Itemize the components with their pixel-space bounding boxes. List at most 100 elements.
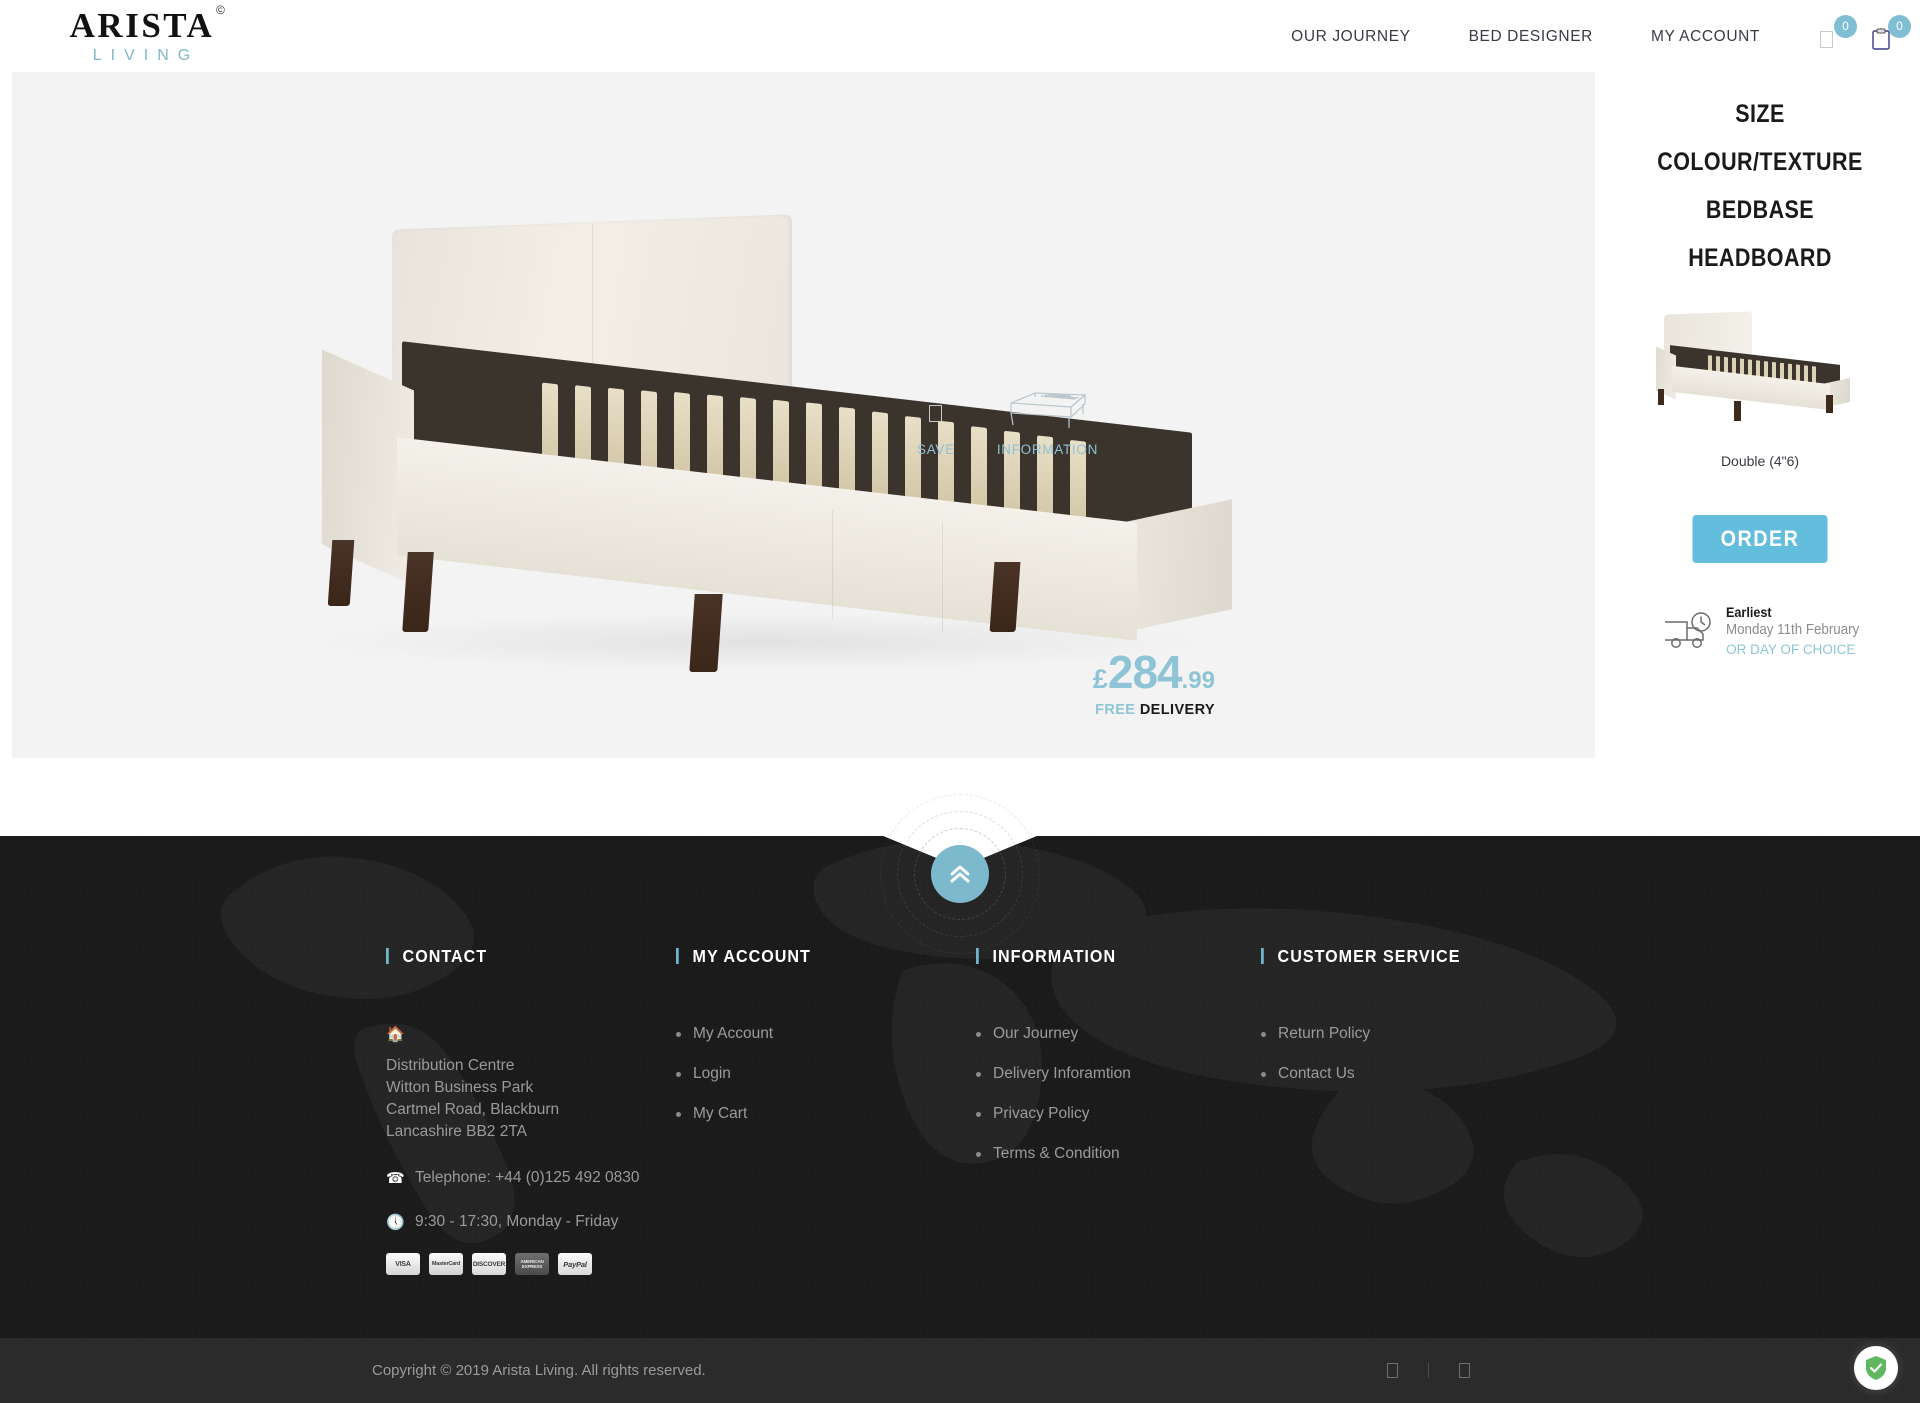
hours-text: 9:30 - 17:30, Monday - Friday [415, 1213, 619, 1230]
footer-heading-information: INFORMATION [976, 946, 1238, 967]
footer-link-my-account[interactable]: My Account [693, 1025, 773, 1043]
paypal-card-icon: PayPal [558, 1253, 592, 1275]
nav-item-our-journey[interactable]: OUR JOURNEY [1291, 28, 1410, 46]
bullet-icon [1261, 1071, 1266, 1077]
address-line-2: Witton Business Park [386, 1079, 534, 1096]
order-button[interactable]: ORDER [1692, 515, 1828, 563]
save-icon [929, 405, 943, 422]
bed-rail-seam-2 [942, 521, 943, 633]
footer-bottom-bar: Copyright © 2019 Arista Living. All righ… [0, 1338, 1920, 1403]
thumb-leg-left [1658, 389, 1664, 405]
delivery-estimate: Earliest Monday 11th February OR DAY OF … [1600, 603, 1920, 658]
header-icon-group: 0 0 [1818, 15, 1911, 51]
stage-action-group: SAVE INFORMATION [917, 387, 1098, 457]
bullet-icon [1261, 1031, 1266, 1037]
home-icon: 🏠 [386, 1026, 405, 1043]
nav-item-my-account[interactable]: MY ACCOUNT [1651, 28, 1760, 46]
bullet-icon [976, 1071, 981, 1077]
logo-wordmark: ARISTA © [69, 4, 225, 45]
footer-column-customer-service: CUSTOMER SERVICE Return Policy Contact U… [1261, 946, 1551, 1275]
list-item: My Account [676, 1025, 976, 1043]
footer-link-my-cart[interactable]: My Cart [693, 1105, 747, 1123]
footer-link-delivery-information[interactable]: Delivery Inforamtion [993, 1065, 1131, 1083]
scroll-to-top-button[interactable] [931, 845, 989, 903]
delivery-choice-link[interactable]: OR DAY OF CHOICE [1726, 641, 1871, 659]
logo-main-text: ARISTA [69, 6, 215, 45]
config-section-headboard[interactable]: HEADBOARD [1622, 244, 1897, 273]
saved-count-badge: 0 [1834, 15, 1857, 38]
bed-frame-icon [1010, 392, 1087, 428]
bed-rail-seam-1 [832, 509, 833, 621]
footer-link-contact-us[interactable]: Contact Us [1278, 1065, 1355, 1083]
price-currency: £ [1092, 664, 1108, 694]
information-button[interactable]: INFORMATION [997, 387, 1098, 457]
delivery-truck-icon [1665, 611, 1711, 648]
bullet-icon [676, 1031, 681, 1037]
footer-link-our-journey[interactable]: Our Journey [993, 1025, 1078, 1043]
logo-copyright-icon: © [215, 3, 228, 17]
footer-heading-customer-service: CUSTOMER SERVICE [1261, 946, 1528, 967]
delivery-date: Monday 11th February [1726, 622, 1860, 639]
list-item: Return Policy [1261, 1025, 1551, 1043]
telephone-text: Telephone: +44 (0)125 492 0830 [415, 1169, 640, 1186]
footer-link-login[interactable]: Login [693, 1065, 731, 1083]
address-line-3: Cartmel Road, Blackburn [386, 1101, 560, 1118]
product-stage: SAVE INFORMATION £284.99 FREE DELIVERY [12, 72, 1595, 758]
footer-link-privacy-policy[interactable]: Privacy Policy [993, 1105, 1089, 1123]
hours-row: 🕔 9:30 - 17:30, Monday - Friday [386, 1213, 676, 1231]
bed-leg-right [989, 562, 1021, 632]
my-account-link-list: My Account Login My Cart [676, 1025, 976, 1123]
list-item: Privacy Policy [976, 1105, 1261, 1123]
delivery-text-group: Earliest Monday 11th February OR DAY OF … [1726, 603, 1871, 658]
list-item: My Cart [676, 1105, 976, 1123]
social-link-group [1387, 1363, 1470, 1378]
list-item: Terms & Condition [976, 1145, 1261, 1163]
site-footer: CONTACT 🏠 Distribution Centre Witton Bus… [0, 836, 1920, 1403]
telephone-row[interactable]: ☎ Telephone: +44 (0)125 492 0830 [386, 1169, 676, 1187]
bullet-icon [976, 1031, 981, 1037]
information-link-list: Our Journey Delivery Inforamtion Privacy… [976, 1025, 1261, 1163]
twitter-icon[interactable] [1459, 1363, 1470, 1378]
mastercard-card-icon: MasterCard [429, 1253, 463, 1275]
clock-icon: 🕔 [386, 1214, 405, 1231]
price-integer: 284 [1107, 646, 1183, 698]
price-block: £284.99 FREE DELIVERY [1093, 649, 1215, 718]
config-section-size[interactable]: SIZE [1622, 100, 1897, 129]
address-line-1: Distribution Centre [386, 1057, 515, 1074]
footer-link-return-policy[interactable]: Return Policy [1278, 1025, 1370, 1043]
payment-methods: VISA MasterCard DISCOVER AMERICAN EXPRES… [386, 1253, 676, 1275]
delivery-word-label: DELIVERY [1139, 702, 1215, 718]
site-header: ARISTA © LIVING OUR JOURNEY BED DESIGNER… [0, 0, 1920, 72]
bed-leg-front-center [689, 594, 723, 672]
clipboard-icon [1872, 27, 1890, 50]
bullet-icon [976, 1111, 981, 1117]
nav-item-bed-designer[interactable]: BED DESIGNER [1469, 28, 1593, 46]
logo-subtext: LIVING [92, 47, 200, 64]
cart-button[interactable]: 0 [1872, 15, 1911, 51]
save-design-button[interactable]: SAVE [917, 405, 955, 457]
footer-link-terms-condition[interactable]: Terms & Condition [993, 1145, 1120, 1163]
saved-items-button[interactable]: 0 [1818, 15, 1857, 51]
footer-column-my-account: MY ACCOUNT My Account Login My Cart [676, 946, 976, 1275]
size-thumbnail[interactable] [1600, 311, 1920, 443]
visa-card-icon: VISA [386, 1253, 420, 1275]
bullet-icon [976, 1151, 981, 1157]
config-section-colour-texture[interactable]: COLOUR/TEXTURE [1622, 148, 1897, 177]
site-logo[interactable]: ARISTA © LIVING [32, 4, 252, 64]
facebook-icon[interactable] [1387, 1363, 1398, 1378]
list-item: Login [676, 1065, 976, 1083]
price-decimal: .99 [1181, 667, 1215, 694]
list-item: Contact Us [1261, 1065, 1551, 1083]
cart-count-badge: 0 [1888, 15, 1911, 38]
adguard-shield-badge[interactable] [1854, 1346, 1898, 1390]
double-chevron-up-icon [950, 865, 970, 883]
footer-column-contact: CONTACT 🏠 Distribution Centre Witton Bus… [386, 946, 676, 1275]
config-section-bedbase[interactable]: BEDBASE [1622, 196, 1897, 225]
footer-heading-contact: CONTACT [386, 946, 653, 967]
list-item: Delivery Inforamtion [976, 1065, 1261, 1083]
bed-thumbnail-image [1650, 311, 1870, 428]
copyright-text: Copyright © 2019 Arista Living. All righ… [372, 1362, 706, 1379]
footer-column-information: INFORMATION Our Journey Delivery Inforam… [976, 946, 1261, 1275]
main-nav: OUR JOURNEY BED DESIGNER MY ACCOUNT [1291, 28, 1760, 46]
address-line-4: Lancashire BB2 2TA [386, 1123, 528, 1140]
